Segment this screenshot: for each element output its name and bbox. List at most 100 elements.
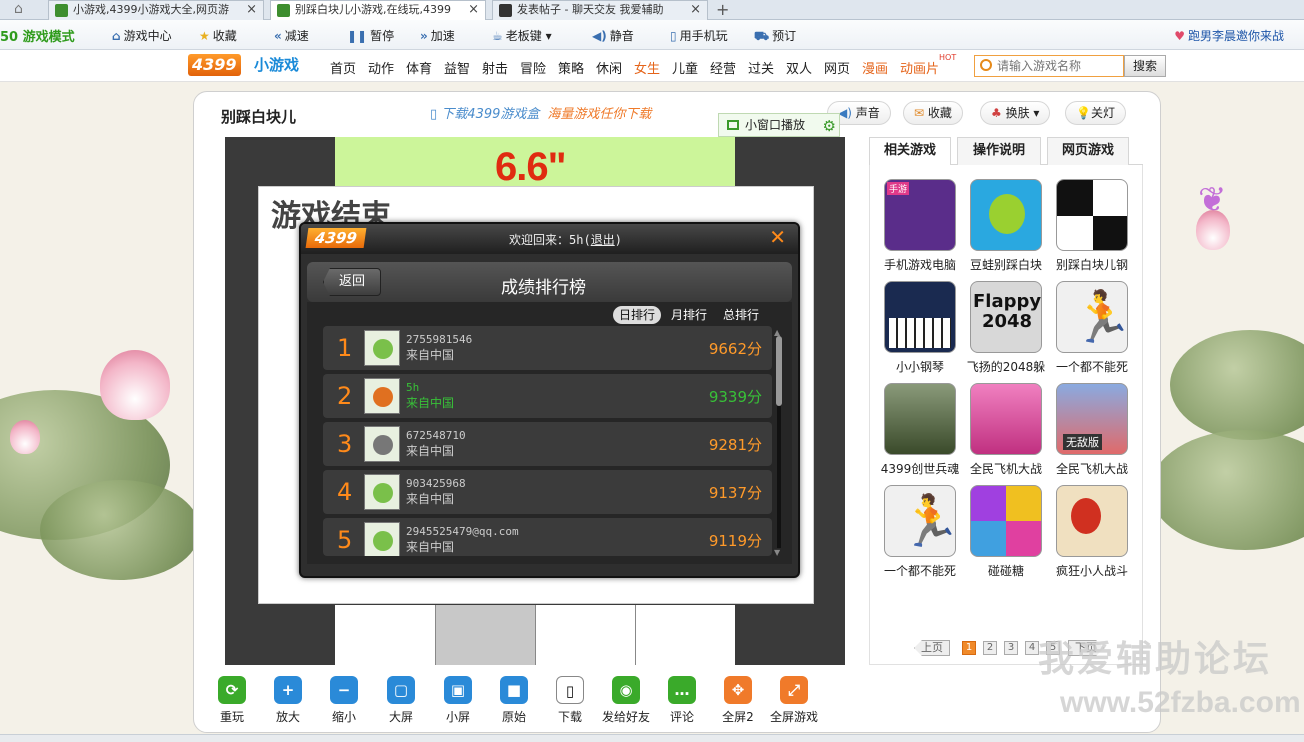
tab-monthly-ranking[interactable]: 月排行 [665, 306, 713, 324]
game-card[interactable]: 4399创世兵魂 [877, 383, 963, 477]
tab-instructions[interactable]: 操作说明 [957, 137, 1041, 165]
game-card[interactable]: 🏃 一个都不能死 [1049, 281, 1135, 375]
play-on-phone-button[interactable]: ▯ 用手机玩 [670, 27, 728, 44]
game-thumbnail[interactable] [884, 383, 956, 455]
game-card[interactable]: 手游 手机游戏电脑 [877, 179, 963, 273]
close-tab-icon[interactable]: × [690, 1, 701, 19]
game-name[interactable]: 豆蛙别踩白块 [963, 256, 1049, 273]
game-name[interactable]: 飞扬的2048躲 [963, 358, 1049, 375]
game-name[interactable]: 小小钢琴 [877, 358, 963, 375]
preorder-button[interactable]: ⛟ 预订 [754, 27, 796, 45]
game-thumbnail[interactable] [970, 485, 1042, 557]
game-name[interactable]: 4399创世兵魂 [877, 460, 963, 477]
qq-button[interactable]: ◉ 发给好友 [598, 676, 654, 725]
page-button[interactable]: 2 [983, 641, 997, 655]
nav-link[interactable]: 射击 [482, 58, 508, 77]
game-thumbnail[interactable] [1056, 179, 1128, 251]
close-icon[interactable]: ✕ [769, 225, 786, 249]
game-name[interactable]: 一个都不能死 [877, 562, 963, 579]
home-icon[interactable]: ⌂ [14, 1, 23, 17]
game-name[interactable]: 碰碰糖 [963, 562, 1049, 579]
nav-link[interactable]: 网页 [824, 58, 850, 77]
browser-tab-2[interactable]: 别踩白块儿小游戏,在线玩,4399 × [270, 0, 486, 20]
game-name[interactable]: 全民飞机大战 [963, 460, 1049, 477]
speed-up-button[interactable]: » 加速 [420, 27, 455, 44]
favorite-button[interactable]: ✉ 收藏 [903, 101, 963, 125]
tab-daily-ranking[interactable]: 日排行 [613, 306, 662, 324]
game-name[interactable]: 全民飞机大战 [1049, 460, 1135, 477]
phone-button[interactable]: ▯ 下载 [542, 676, 598, 725]
nav-link[interactable]: 女生 [634, 58, 660, 77]
game-card[interactable]: 别踩白块儿钢 [1049, 179, 1135, 273]
leaderboard-scrollbar[interactable]: ▲ ▼ [774, 328, 784, 558]
scrollbar-thumb[interactable] [776, 336, 782, 406]
game-thumbnail[interactable] [884, 281, 956, 353]
game-thumbnail[interactable] [970, 383, 1042, 455]
nav-link[interactable]: 动作 [368, 58, 394, 77]
game-thumbnail[interactable] [970, 179, 1042, 251]
browser-tab-1[interactable]: 小游戏,4399小游戏大全,网页游 × [48, 0, 264, 20]
replay-button[interactable]: ⟳ 重玩 [204, 676, 260, 725]
boss-key-button[interactable]: ☕ 老板键 ▾ [492, 27, 552, 44]
close-tab-icon[interactable]: × [468, 1, 479, 19]
game-card[interactable]: 疯狂小人战斗 [1049, 485, 1135, 579]
nav-link[interactable]: 双人 [786, 58, 812, 77]
skin-button[interactable]: ♣ 换肤 ▾ [980, 101, 1051, 125]
game-mode-label[interactable]: 50 游戏模式 [0, 26, 75, 45]
game-card[interactable]: 无敌版 全民飞机大战 [1049, 383, 1135, 477]
game-card[interactable]: Flappy 2048 飞扬的2048躲 [963, 281, 1049, 375]
game-name[interactable]: 疯狂小人战斗 [1049, 562, 1135, 579]
game-thumbnail[interactable]: 🏃 [884, 485, 956, 557]
nav-link[interactable]: 益智 [444, 58, 470, 77]
tab-web-games[interactable]: 网页游戏 [1047, 137, 1129, 165]
page-button[interactable]: 4 [1025, 641, 1039, 655]
nav-link[interactable]: 冒险 [520, 58, 546, 77]
game-thumbnail[interactable] [1056, 485, 1128, 557]
download-banner[interactable]: ▯ 下载4399游戏盒 海量游戏任你下载 [430, 103, 651, 122]
page-button[interactable]: 1 [962, 641, 976, 655]
game-card[interactable]: 🏃 一个都不能死 [877, 485, 963, 579]
nav-link[interactable]: 策略 [558, 58, 584, 77]
nav-link[interactable]: 过关 [748, 58, 774, 77]
original-size-button[interactable]: ■ 原始 [486, 676, 542, 725]
game-thumbnail[interactable]: 手游 [884, 179, 956, 251]
search-input[interactable] [974, 55, 1124, 77]
game-center-button[interactable]: ⌂ 游戏中心 [112, 27, 172, 44]
new-tab-button[interactable]: + [716, 0, 729, 19]
zoom-out-button[interactable]: − 缩小 [316, 676, 372, 725]
fullscreen-button[interactable]: ⤢ 全屏游戏 [766, 676, 822, 725]
game-card[interactable]: 全民飞机大战 [963, 383, 1049, 477]
game-card[interactable]: 碰碰糖 [963, 485, 1049, 579]
nav-link[interactable]: 动画片 [900, 58, 939, 77]
game-thumbnail[interactable]: 无敌版 [1056, 383, 1128, 455]
tab-total-ranking[interactable]: 总排行 [717, 306, 765, 324]
small-screen-button[interactable]: ▣ 小屏 [430, 676, 486, 725]
nav-link[interactable]: 体育 [406, 58, 432, 77]
fullscreen-2-button[interactable]: ✥ 全屏2 [710, 676, 766, 725]
comment-button[interactable]: … 评论 [654, 676, 710, 725]
mini-window-play-button[interactable]: 小窗口播放 ⚙ [718, 113, 840, 137]
game-card[interactable]: 豆蛙别踩白块 [963, 179, 1049, 273]
nav-link[interactable]: 首页 [330, 58, 356, 77]
mute-button[interactable]: ◀) 静音 [592, 27, 634, 44]
nav-link[interactable]: 经营 [710, 58, 736, 77]
zoom-in-button[interactable]: + 放大 [260, 676, 316, 725]
game-thumbnail[interactable]: Flappy 2048 [970, 281, 1042, 353]
game-name[interactable]: 手机游戏电脑 [877, 256, 963, 273]
promo-link[interactable]: ♥ 跑男李晨邀你来战 [1174, 27, 1284, 44]
nav-link[interactable]: 漫画 [862, 58, 888, 77]
browser-tab-3[interactable]: 发表帖子 - 聊天交友 我爱辅助 × [492, 0, 708, 20]
back-button[interactable]: 返回 [323, 268, 381, 296]
site-logo[interactable]: 4399 [188, 54, 241, 76]
close-tab-icon[interactable]: × [246, 1, 257, 19]
slow-down-button[interactable]: «减速 [274, 27, 309, 44]
scroll-down-icon[interactable]: ▼ [774, 548, 780, 557]
gear-icon[interactable]: ⚙ [823, 115, 836, 137]
logout-link[interactable]: 退出 [591, 233, 615, 247]
search-button[interactable]: 搜索 [1124, 55, 1166, 77]
game-card[interactable]: 小小钢琴 [877, 281, 963, 375]
lights-off-button[interactable]: 💡关灯 [1065, 101, 1126, 125]
big-screen-button[interactable]: ▢ 大屏 [373, 676, 429, 725]
pause-button[interactable]: ❚❚ 暂停 [347, 27, 394, 44]
site-logo-suffix[interactable]: 小游戏 [254, 54, 299, 76]
